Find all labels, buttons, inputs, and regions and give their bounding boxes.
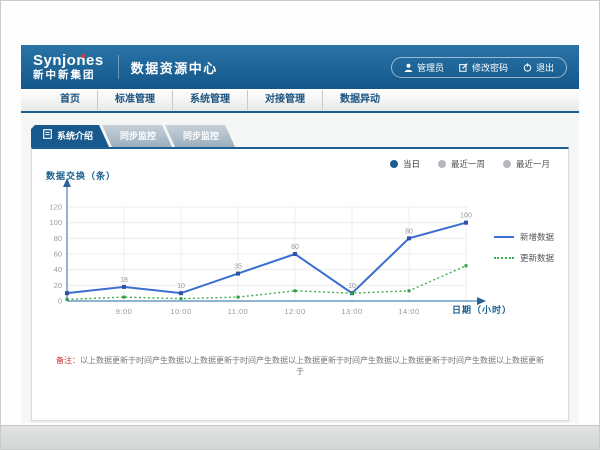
footnote-prefix: 备注： [56,356,80,365]
filter-label: 最近一月 [516,158,550,170]
nav-item-home[interactable]: 首页 [43,90,97,110]
tab-label: 系统介绍 [57,125,93,147]
tab-label: 同步监控 [183,125,219,147]
legend-item-new-data: 新增数据 [494,231,554,243]
svg-text:80: 80 [405,228,413,235]
svg-text:12:00: 12:00 [284,307,305,316]
content-area: 系统介绍 同步监控 同步监控 当日 最近一周 [21,113,579,423]
legend-label: 新增数据 [520,231,554,243]
current-user-label: 管理员 [417,61,444,74]
nav-item-data-change[interactable]: 数据异动 [322,90,397,110]
current-user-button[interactable]: 管理员 [404,61,444,74]
chart-panel: 当日 最近一周 最近一月 数据交换（条） 0204060801001209:00… [31,147,569,421]
nav-item-standard-mgmt[interactable]: 标准管理 [97,90,172,110]
svg-text:11:00: 11:00 [228,307,249,316]
svg-text:120: 120 [49,203,62,212]
screenshot-frame: Synjones 新中新集团 数据资源中心 管理员 修改密码 [0,0,600,450]
tab-sync-monitor-1[interactable]: 同步监控 [102,125,172,147]
svg-text:35: 35 [234,264,242,271]
filter-label: 当日 [403,158,420,170]
filter-option-last-month[interactable]: 最近一月 [503,158,550,170]
svg-text:40: 40 [54,265,62,274]
svg-text:10: 10 [348,283,356,290]
legend-label: 更新数据 [520,252,554,264]
page-title: 数据资源中心 [131,58,218,77]
radio-icon [390,160,398,168]
nav-item-system-mgmt[interactable]: 系统管理 [172,90,247,110]
svg-text:80: 80 [54,234,62,243]
footnote: 备注：以上数据更新于时间产生数据以上数据更新于时间产生数据以上数据更新于时间产生… [32,355,568,377]
filter-label: 最近一周 [451,158,485,170]
svg-text:9:00: 9:00 [116,307,133,316]
chart-legend: 新增数据 更新数据 [494,231,554,273]
site-container: Synjones 新中新集团 数据资源中心 管理员 修改密码 [21,45,579,423]
user-toolbar: 管理员 修改密码 退出 [391,57,567,78]
svg-text:10:00: 10:00 [170,307,191,316]
document-icon [43,125,52,147]
filter-option-today[interactable]: 当日 [390,158,420,170]
exchange-line-chart: 0 20 40 60 80 100 120 9:00 10:00 11:00 12:00 13:00 1… [42,175,492,327]
tab-system-intro[interactable]: 系统介绍 [31,125,109,147]
legend-item-updated-data: 更新数据 [494,252,554,264]
svg-text:100: 100 [49,218,62,227]
svg-text:18: 18 [120,277,128,284]
tab-sync-monitor-2[interactable]: 同步监控 [165,125,235,147]
user-icon [404,63,413,72]
logout-button[interactable]: 退出 [523,61,554,74]
footnote-text: 以上数据更新于时间产生数据以上数据更新于时间产生数据以上数据更新于时间产生数据以… [80,356,544,376]
change-password-button[interactable]: 修改密码 [459,61,508,74]
change-password-label: 修改密码 [472,61,508,74]
logo-text: Synjones [33,52,104,69]
logo-subtext: 新中新集团 [33,70,104,81]
filter-option-last-week[interactable]: 最近一周 [438,158,485,170]
tab-label: 同步监控 [120,125,156,147]
svg-text:60: 60 [54,250,62,259]
svg-text:0: 0 [58,297,62,306]
main-nav: 首页 标准管理 系统管理 对接管理 数据异动 [21,89,579,113]
logo-accent-dot [81,54,85,58]
solid-line-swatch-icon [494,236,514,238]
radio-icon [503,160,511,168]
logout-label: 退出 [536,61,554,74]
svg-text:100: 100 [460,213,472,220]
svg-text:60: 60 [291,244,299,251]
dotted-line-swatch-icon [494,257,514,259]
tab-bar: 系统介绍 同步监控 同步监控 [31,125,235,147]
time-range-filter: 当日 最近一周 最近一月 [390,158,550,170]
header-divider [118,55,119,79]
svg-text:13:00: 13:00 [341,307,362,316]
edit-icon [459,63,468,72]
company-logo: Synjones 新中新集团 [33,53,104,81]
svg-text:10: 10 [177,283,185,290]
app-header: Synjones 新中新集团 数据资源中心 管理员 修改密码 [21,45,579,89]
page-bottom-margin [1,425,599,450]
radio-icon [438,160,446,168]
svg-text:20: 20 [54,281,62,290]
chart-x-axis-title: 日期（小时） [452,303,512,316]
nav-item-interface-mgmt[interactable]: 对接管理 [247,90,322,110]
svg-text:14:00: 14:00 [398,307,419,316]
power-icon [523,63,532,72]
